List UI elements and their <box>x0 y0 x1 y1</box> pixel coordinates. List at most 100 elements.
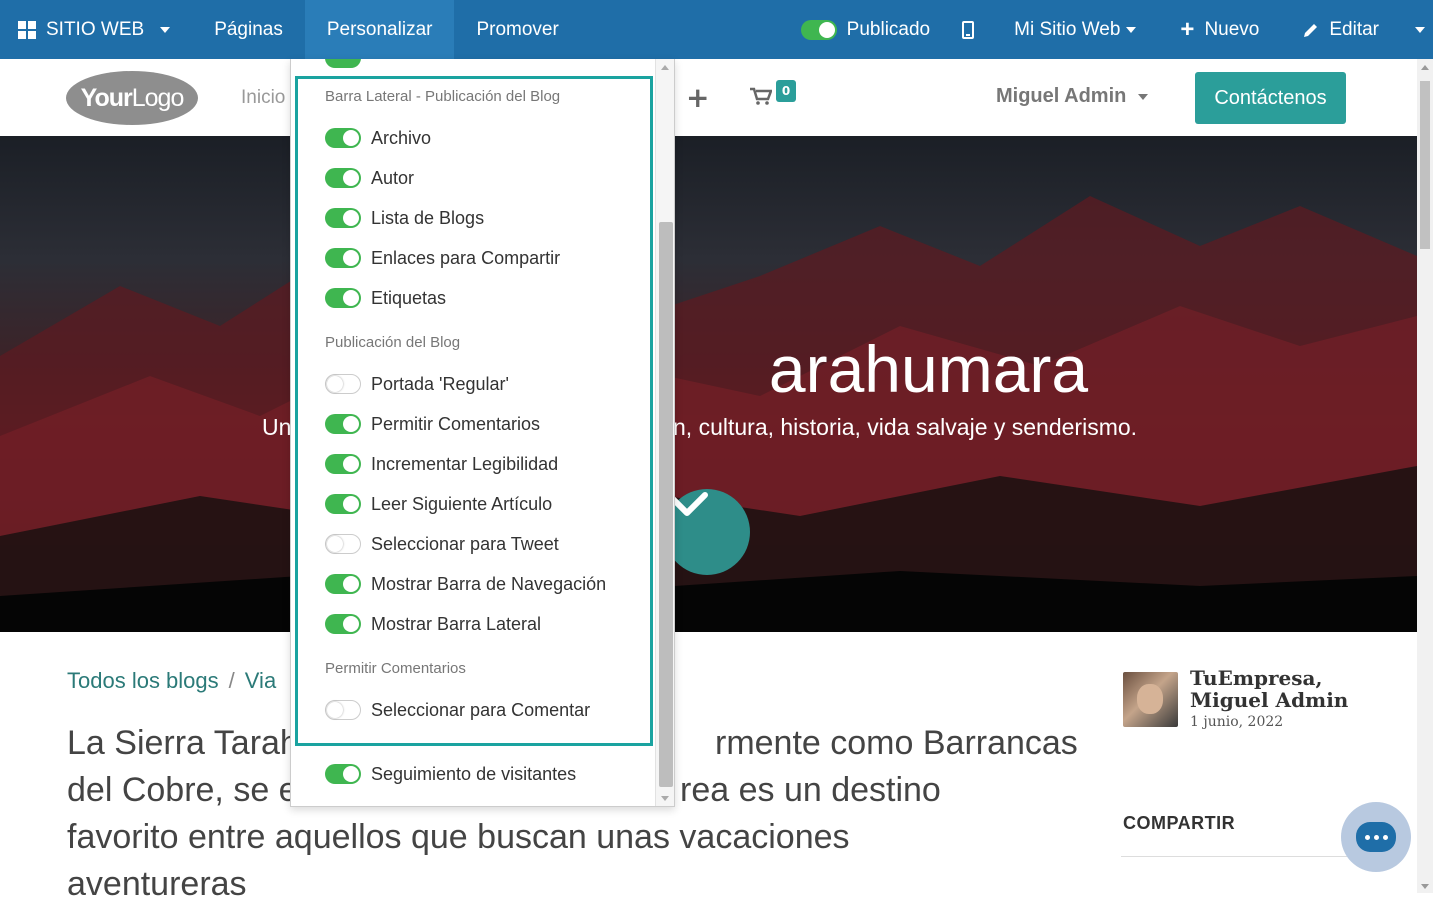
toggle-switch[interactable] <box>325 574 361 594</box>
published-switch[interactable] <box>800 19 837 40</box>
site-header: Your Logo Inicio + 0 Miguel Admin Contáct… <box>0 59 1417 136</box>
menu-pages[interactable]: Páginas <box>192 0 305 59</box>
toggle-switch[interactable] <box>325 128 361 148</box>
toggle-switch[interactable] <box>325 454 361 474</box>
livechat-button[interactable] <box>1341 802 1411 872</box>
lead-line-2-left: del Cobre, se e <box>67 771 298 809</box>
toggle-switch[interactable] <box>325 700 361 720</box>
toggle-switch[interactable] <box>325 494 361 514</box>
option-archive[interactable]: Archivo <box>325 126 431 150</box>
toggle-switch[interactable] <box>325 59 361 68</box>
option-show-sidebar[interactable]: Mostrar Barra Lateral <box>325 612 541 636</box>
edit-label: Editar <box>1329 18 1379 40</box>
hero-subtitle-right: n, cultura, historia, vida salvaje y sen… <box>673 414 1138 440</box>
toggle-switch[interactable] <box>325 248 361 268</box>
option-show-navbar[interactable]: Mostrar Barra de Navegación <box>325 572 606 596</box>
option-label: Seguimiento de visitantes <box>371 763 577 784</box>
more-menu-button[interactable] <box>1401 0 1433 59</box>
mobile-icon <box>962 20 975 39</box>
option-label: Mostrar Barra Lateral <box>371 613 542 634</box>
toggle-switch[interactable] <box>325 614 361 634</box>
section-title-comments: Permitir Comentarios <box>325 660 466 677</box>
option-label: Etiquetas <box>371 287 447 308</box>
menu-customize[interactable]: Personalizar <box>304 0 455 59</box>
breadcrumb-separator: / <box>228 668 235 693</box>
option-author[interactable]: Autor <box>325 166 414 190</box>
customize-dropdown: Barra Lateral - Publicación del Blog Arc… <box>290 59 675 807</box>
publish-toggle[interactable]: Publicado <box>779 0 944 59</box>
published-label: Publicado <box>846 18 931 40</box>
hero-title: arahumara <box>0 331 1417 407</box>
toggle-switch[interactable] <box>325 288 361 308</box>
option-label: Seleccionar para Tweet <box>371 533 559 554</box>
scroll-up-arrow-icon[interactable] <box>1421 65 1429 70</box>
edit-button[interactable]: Editar <box>1281 0 1401 59</box>
scroll-down-button[interactable] <box>664 489 750 575</box>
option-visitor-tracking[interactable]: Seguimiento de visitantes <box>325 762 576 786</box>
cart-button[interactable] <box>750 87 773 109</box>
plus-icon: + <box>1180 15 1195 43</box>
user-menu[interactable]: Miguel Admin <box>996 85 1149 108</box>
breadcrumb: Todos los blogs / Via <box>67 668 276 694</box>
page-scrollbar-thumb[interactable] <box>1420 81 1430 249</box>
hero-subtitle-left: Un <box>262 414 292 440</box>
option-tags[interactable]: Etiquetas <box>325 286 446 310</box>
option-regular-cover[interactable]: Portada 'Regular' <box>325 372 509 396</box>
share-divider <box>1121 856 1347 857</box>
site-selector[interactable]: Mi Sitio Web <box>992 0 1158 59</box>
site-logo[interactable]: Your Logo <box>66 71 198 125</box>
toggle-switch[interactable] <box>325 764 361 784</box>
lead-line-4: aventureras <box>67 865 247 903</box>
hero-title-text: arahumara <box>768 332 1089 406</box>
nav-home-link[interactable]: Inicio <box>241 87 285 109</box>
scroll-down-arrow-icon[interactable] <box>661 796 669 801</box>
option-label: Archivo <box>371 127 432 148</box>
lead-line-1-right: rmente como Barrancas <box>715 724 1078 762</box>
menu-promote[interactable]: Promover <box>454 0 580 59</box>
panel-scrollbar-thumb[interactable] <box>659 222 673 787</box>
option-select-to-comment[interactable]: Seleccionar para Comentar <box>325 698 590 722</box>
post-date: 1 junio, 2022 <box>1190 714 1284 730</box>
option-increase-readability[interactable]: Incrementar Legibilidad <box>325 452 558 476</box>
toggle-switch[interactable] <box>325 374 361 394</box>
add-menu-icon[interactable]: + <box>686 81 709 114</box>
option-blog-list[interactable]: Lista de Blogs <box>325 206 484 230</box>
new-button[interactable]: + Nuevo <box>1158 0 1281 59</box>
caret-down-icon <box>1126 26 1137 33</box>
scroll-down-arrow-icon[interactable] <box>1421 884 1429 889</box>
blog-cover-hero: arahumara Un n, cultura, historia, vida … <box>0 136 1417 632</box>
chat-icon <box>1356 822 1396 852</box>
breadcrumb-current[interactable]: Via <box>245 668 276 693</box>
caret-down-icon <box>160 26 171 33</box>
option-label: Autor <box>371 167 415 188</box>
panel-scrollbar[interactable] <box>655 59 674 806</box>
scroll-up-arrow-icon[interactable] <box>661 65 669 70</box>
option-label: Portada 'Regular' <box>371 373 509 394</box>
website-menu-button[interactable]: SITIO WEB <box>0 0 192 59</box>
section-title-sidebar: Barra Lateral - Publicación del Blog <box>325 88 561 105</box>
logo-bold-text: Your <box>80 83 133 112</box>
admin-navbar: SITIO WEB Páginas Personalizar Promover … <box>0 0 1433 59</box>
author-avatar <box>1123 672 1178 727</box>
toggle-switch[interactable] <box>325 534 361 554</box>
option-read-next-article[interactable]: Leer Siguiente Artículo <box>325 492 552 516</box>
option-allow-comments[interactable]: Permitir Comentarios <box>325 412 540 436</box>
mobile-preview-button[interactable] <box>944 0 992 59</box>
cart-count-badge: 0 <box>776 80 796 102</box>
page-scrollbar[interactable] <box>1417 59 1433 893</box>
breadcrumb-all-blogs[interactable]: Todos los blogs <box>67 668 219 693</box>
toggle-switch[interactable] <box>325 168 361 188</box>
logo-light-text: Logo <box>131 83 185 112</box>
toggle-switch[interactable] <box>325 208 361 228</box>
caret-down-icon <box>1415 26 1425 33</box>
toggle-switch[interactable] <box>325 414 361 434</box>
option-label: Lista de Blogs <box>371 207 485 228</box>
option-share-links[interactable]: Enlaces para Compartir <box>325 246 560 270</box>
cart-icon <box>750 87 773 105</box>
option-select-to-tweet[interactable]: Seleccionar para Tweet <box>325 532 559 556</box>
lead-line-3: favorito entre aquellos que buscan unas … <box>67 818 850 856</box>
lead-line-2-right: rea es un destino <box>680 771 941 809</box>
option-label: Mostrar Barra de Navegación <box>371 573 607 594</box>
contact-us-button[interactable]: Contáctenos <box>1195 72 1346 124</box>
option-label: Incrementar Legibilidad <box>371 453 559 474</box>
